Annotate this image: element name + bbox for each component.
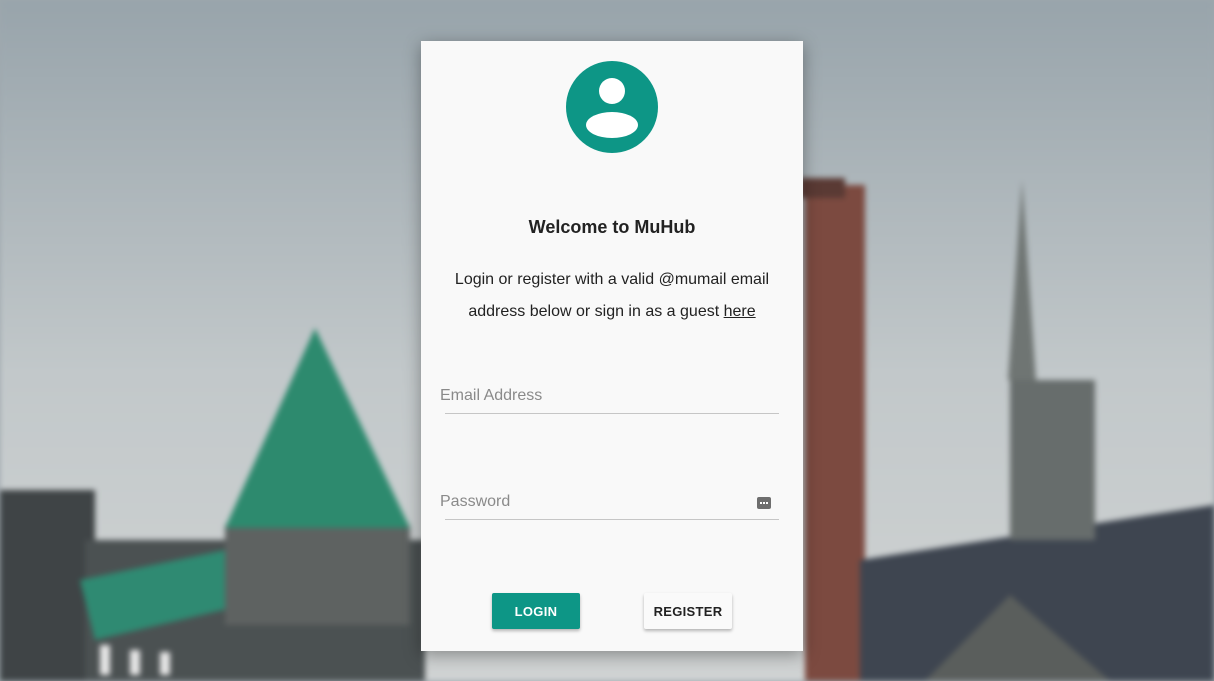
password-dots-icon[interactable]: [757, 497, 771, 509]
password-field: [439, 487, 779, 527]
email-underline: [445, 413, 779, 414]
register-button[interactable]: REGISTER: [644, 593, 732, 629]
login-page: Welcome to MuHub Login or register with …: [0, 0, 1214, 681]
email-input[interactable]: [439, 381, 760, 411]
login-button[interactable]: LOGIN: [492, 593, 580, 629]
instructions-text: Login or register with a valid @mumail e…: [445, 264, 779, 328]
instructions-body: Login or register with a valid @mumail e…: [454, 271, 770, 320]
password-underline: [445, 519, 779, 520]
page-title: Welcome to MuHub: [528, 217, 696, 237]
guest-signin-link[interactable]: here: [724, 303, 756, 320]
login-card: Welcome to MuHub Login or register with …: [421, 41, 803, 651]
account-circle-icon: [566, 61, 658, 153]
password-input[interactable]: [439, 487, 760, 517]
email-field: [439, 381, 779, 421]
